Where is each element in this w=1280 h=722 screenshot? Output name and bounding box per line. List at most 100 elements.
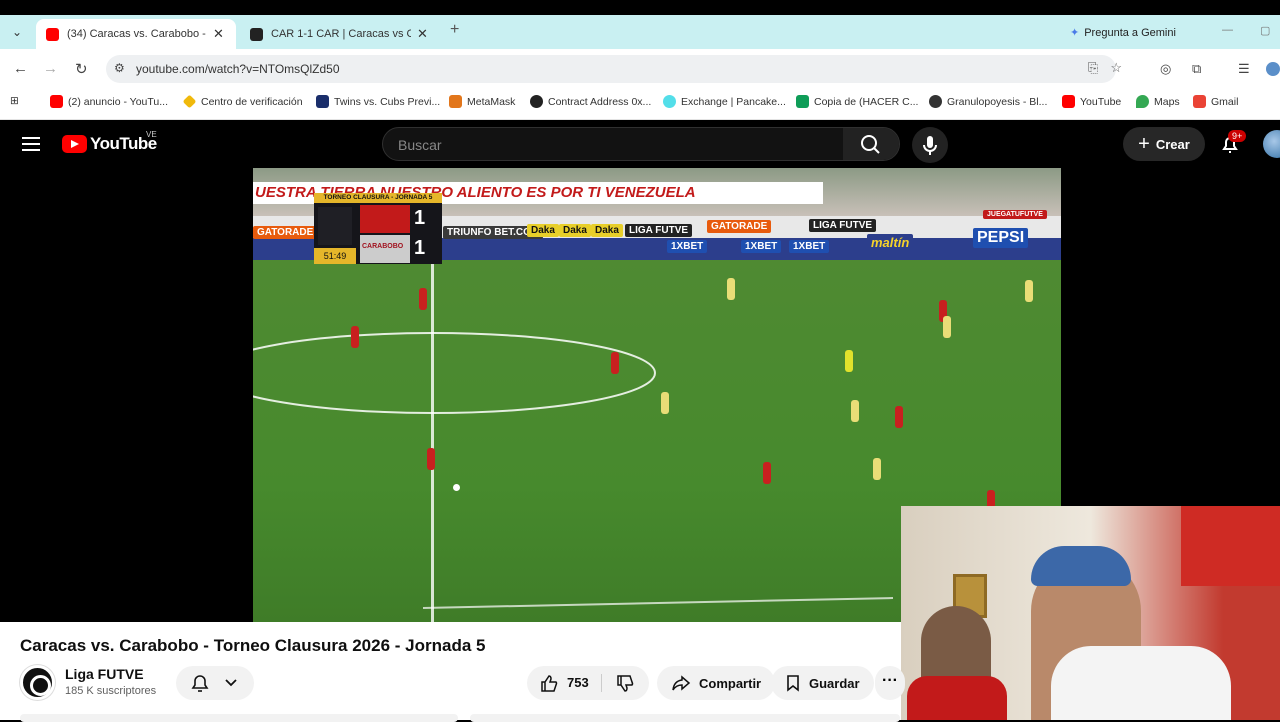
profile-avatar[interactable] <box>1266 62 1280 76</box>
save-button[interactable]: Guardar <box>771 666 874 700</box>
referee <box>845 350 853 372</box>
new-tab-plus-icon[interactable]: + <box>450 21 459 39</box>
browser-tab-match[interactable]: CAR 1-1 CAR | Caracas vs Carab ✕ <box>240 19 440 49</box>
bookmark-label: Gmail <box>1211 95 1239 108</box>
reload-icon[interactable]: ↻ <box>75 60 88 78</box>
like-count[interactable]: 753 <box>567 675 589 690</box>
site-info-icon[interactable]: ⚙ <box>114 61 125 75</box>
gemini-sparkle-icon: ✦ <box>1070 27 1080 39</box>
bookmark-item[interactable]: Twins vs. Cubs Previ... <box>316 95 440 108</box>
blue-cap <box>1031 546 1131 586</box>
caracas-player <box>763 462 771 484</box>
webcam-overlay <box>901 506 1280 720</box>
share-arrow-icon <box>672 675 691 691</box>
bookmark-item[interactable]: MetaMask <box>449 95 515 108</box>
site-favicon-icon <box>530 95 543 108</box>
close-tab-icon[interactable]: ✕ <box>417 26 428 42</box>
more-actions-icon[interactable]: ··· <box>875 666 905 700</box>
share-button[interactable]: Compartir <box>657 666 776 700</box>
browser-tab-youtube[interactable]: (34) Caracas vs. Carabobo - Tor ✕ <box>36 19 236 49</box>
bookmark-item[interactable]: Granulopoyesis - Bl... <box>929 95 1047 108</box>
reading-list-icon[interactable]: ☰ <box>1238 61 1250 77</box>
gemini-button[interactable]: ✦ Pregunta a Gemini <box>1070 26 1176 40</box>
search-input[interactable]: Buscar <box>382 127 900 161</box>
address-bar[interactable]: ⚙ youtube.com/watch?v=NTOmsQlZd50 ⎘ ☆ <box>106 55 1122 83</box>
tab-title: CAR 1-1 CAR | Caracas vs Carab <box>271 28 411 40</box>
video-title: Caracas vs. Carabobo - Torneo Clausura 2… <box>20 636 486 655</box>
bookmark-label: MetaMask <box>467 95 516 108</box>
caracas-player <box>611 352 619 374</box>
bookmark-star-icon[interactable]: ☆ <box>1110 60 1122 76</box>
youtube-logo[interactable]: YouTube <box>62 134 157 154</box>
bookmark-item[interactable]: Copia de (HACER C... <box>796 95 918 108</box>
install-app-icon[interactable]: ⎘ <box>1088 60 1098 76</box>
maximize-icon[interactable]: ▢ <box>1260 24 1270 37</box>
channel-name[interactable]: Liga FUTVE <box>65 666 144 682</box>
microphone-icon <box>923 136 937 155</box>
tab-search-chevron-icon[interactable]: ⌄ <box>8 23 26 41</box>
caracas-player <box>427 448 435 470</box>
youtube-header: YouTube VE Buscar + Crear 9+ <box>0 120 1280 168</box>
browser-tab-strip: ⌄ (34) Caracas vs. Carabobo - Tor ✕ CAR … <box>0 15 1280 49</box>
caracas-player <box>895 406 903 428</box>
youtube-favicon-icon <box>50 95 63 108</box>
loading-placeholder <box>470 714 900 722</box>
youtube-play-icon <box>62 135 87 153</box>
apps-grid-icon[interactable]: ⊞ <box>10 95 19 107</box>
carabobo-player <box>727 278 735 300</box>
sheets-favicon-icon <box>796 95 809 108</box>
carabobo-player <box>661 392 669 414</box>
bookmark-item[interactable]: Exchange | Pancake... <box>663 95 786 108</box>
tab-title: (34) Caracas vs. Carabobo - Tor <box>67 28 207 40</box>
lens-icon[interactable]: ◎ <box>1160 61 1171 77</box>
country-code: VE <box>146 130 157 139</box>
bell-chevron-icon <box>191 675 237 692</box>
url-text[interactable]: youtube.com/watch?v=NTOmsQlZd50 <box>136 62 340 76</box>
back-arrow-icon[interactable]: ← <box>13 60 28 77</box>
football <box>453 484 460 491</box>
carabobo-player <box>943 316 951 338</box>
voice-search-button[interactable] <box>912 127 948 163</box>
pancakeswap-favicon-icon <box>663 95 676 108</box>
bookmark-item[interactable]: Gmail <box>1193 95 1238 108</box>
menu-hamburger-icon[interactable] <box>22 137 40 151</box>
create-button[interactable]: + Crear <box>1123 127 1205 161</box>
bookmark-label: Centro de verificación <box>201 95 303 108</box>
search-button[interactable] <box>843 128 899 160</box>
carabobo-player <box>1025 280 1033 302</box>
bookmark-item[interactable]: (2) anuncio - YouTu... <box>50 95 168 108</box>
bookmark-label: Exchange | Pancake... <box>681 95 786 108</box>
bookmark-label: Twins vs. Cubs Previ... <box>334 95 441 108</box>
extensions-puzzle-icon[interactable]: ⧉ <box>1192 61 1201 77</box>
bookmark-label: YouTube <box>1080 95 1122 108</box>
bookmark-item[interactable]: Maps <box>1136 95 1180 108</box>
binance-favicon-icon <box>182 94 197 109</box>
bookmark-icon <box>787 675 799 692</box>
minimize-icon[interactable]: — <box>1222 24 1233 36</box>
search-placeholder: Buscar <box>398 137 442 153</box>
os-top-bar <box>0 0 1280 15</box>
hanging-jersey <box>1181 506 1280 586</box>
subscription-bell-button[interactable] <box>176 666 254 700</box>
site-favicon-icon <box>250 27 263 41</box>
account-avatar[interactable] <box>1263 130 1280 158</box>
bookmark-item[interactable]: YouTube <box>1062 95 1121 108</box>
gemini-label: Pregunta a Gemini <box>1084 26 1176 39</box>
forward-arrow-icon[interactable]: → <box>43 60 58 77</box>
carabobo-player <box>873 458 881 480</box>
bookmarks-bar: ⊞ (2) anuncio - YouTu... Centro de verif… <box>0 89 1280 120</box>
gmail-favicon-icon <box>1193 95 1206 108</box>
thumbs-down-icon[interactable] <box>615 674 635 694</box>
close-tab-icon[interactable]: ✕ <box>213 26 224 42</box>
bookmark-item[interactable]: Centro de verificación <box>182 94 303 109</box>
create-label: Crear <box>1155 136 1190 152</box>
metamask-favicon-icon <box>449 95 462 108</box>
channel-avatar[interactable] <box>20 665 55 700</box>
bookmark-item[interactable]: Contract Address 0x... <box>530 95 651 108</box>
thumbs-up-icon[interactable] <box>539 673 559 693</box>
caracas-player <box>351 326 359 348</box>
bookmark-label: Contract Address 0x... <box>548 95 652 108</box>
like-dislike-group: 753 <box>527 666 649 700</box>
caracas-player <box>419 288 427 310</box>
search-icon <box>861 135 880 154</box>
